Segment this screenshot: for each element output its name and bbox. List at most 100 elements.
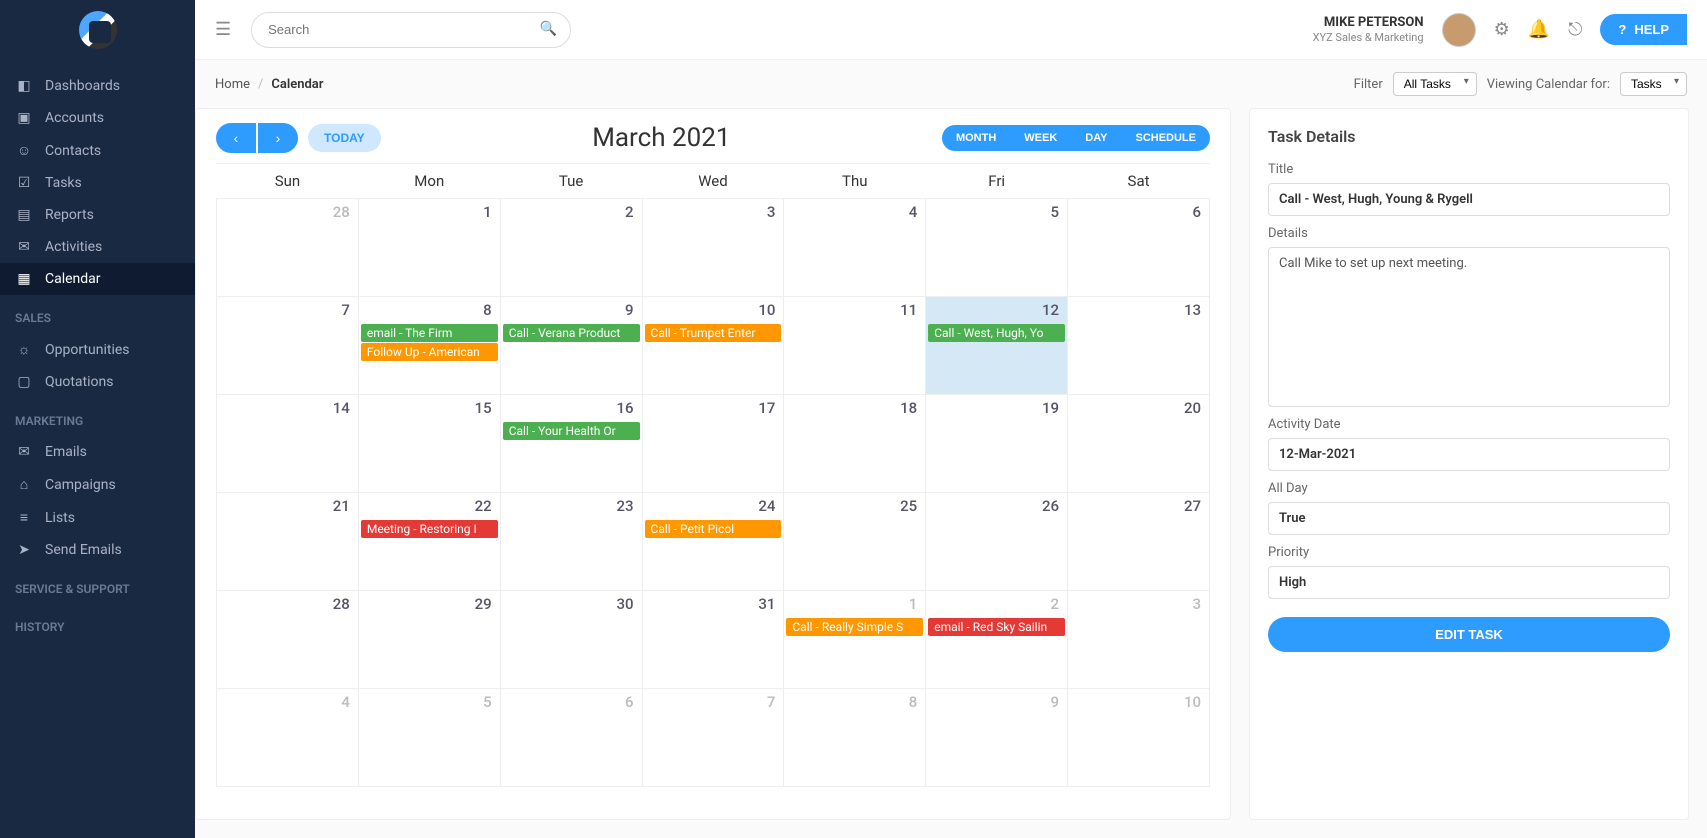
filter-select[interactable]: All Tasks	[1393, 72, 1477, 96]
prev-month-button[interactable]: ‹	[216, 123, 256, 153]
sidebar-item-activities[interactable]: ✉Activities	[0, 231, 195, 263]
calendar-day[interactable]: 9	[926, 689, 1068, 787]
calendar-day[interactable]: 13	[1068, 297, 1210, 395]
calendar-event[interactable]: Call - West, Hugh, Yo	[928, 324, 1065, 342]
calendar-day[interactable]: 12Call - West, Hugh, Yo	[926, 297, 1068, 395]
sidebar-item-send-emails[interactable]: ➤Send Emails	[0, 534, 195, 566]
calendar-day[interactable]: 5	[358, 689, 500, 787]
logo[interactable]	[0, 0, 195, 60]
dashboards-icon: ◧	[15, 78, 33, 94]
calendar-event[interactable]: Call - Trumpet Enter	[645, 324, 782, 342]
calendar-day[interactable]: 3	[1068, 591, 1210, 689]
calendar-day[interactable]: 3	[642, 199, 784, 297]
activities-icon: ✉	[15, 239, 33, 255]
sidebar-item-accounts[interactable]: ▣Accounts	[0, 102, 195, 134]
calendar-day[interactable]: 10Call - Trumpet Enter	[642, 297, 784, 395]
calendar-day[interactable]: 14	[217, 395, 359, 493]
sidebar-item-campaigns[interactable]: ⌂Campaigns	[0, 468, 195, 501]
notifications-icon[interactable]: 🔔	[1528, 19, 1550, 40]
calendar-event[interactable]: email - The Firm	[361, 324, 498, 342]
search-input[interactable]	[251, 12, 571, 48]
menu-toggle-icon[interactable]: ☰	[215, 19, 231, 40]
sidebar-item-dashboards[interactable]: ◧Dashboards	[0, 70, 195, 102]
view-schedule-button[interactable]: SCHEDULE	[1121, 125, 1210, 151]
calendar-day[interactable]: 8email - The FirmFollow Up - American	[358, 297, 500, 395]
view-week-button[interactable]: WEEK	[1010, 125, 1071, 151]
calendar-event[interactable]: Call - Really Simple S	[786, 618, 923, 636]
sidebar-item-opportunities[interactable]: ☼Opportunities	[0, 333, 195, 366]
help-button[interactable]: ?HELP	[1600, 14, 1687, 45]
calendar-day[interactable]: 31	[642, 591, 784, 689]
sidebar-item-label: Opportunities	[45, 342, 130, 358]
calendar-day[interactable]: 1Call - Really Simple S	[784, 591, 926, 689]
sidebar-item-reports[interactable]: ▤Reports	[0, 199, 195, 231]
calendar-day[interactable]: 15	[358, 395, 500, 493]
search-icon[interactable]: 🔍	[540, 21, 557, 37]
calendar-day[interactable]: 5	[926, 199, 1068, 297]
view-month-button[interactable]: MONTH	[942, 125, 1010, 151]
calendar-day[interactable]: 24Call - Petit Picol	[642, 493, 784, 591]
calendar-day[interactable]: 7	[217, 297, 359, 395]
sidebar-item-contacts[interactable]: ☺Contacts	[0, 134, 195, 167]
sidebar-item-quotations[interactable]: ▢Quotations	[0, 366, 195, 398]
user-subtitle: XYZ Sales & Marketing	[1313, 31, 1424, 44]
calendar-day[interactable]: 6	[1068, 199, 1210, 297]
avatar[interactable]	[1442, 13, 1476, 47]
logout-icon[interactable]: ⎋	[1568, 19, 1582, 40]
view-day-button[interactable]: DAY	[1071, 125, 1121, 151]
calendar-day[interactable]: 4	[217, 689, 359, 787]
calendar-event[interactable]: Meeting - Restoring I	[361, 520, 498, 538]
topbar: ☰ 🔍 MIKE PETERSON XYZ Sales & Marketing …	[195, 0, 1707, 60]
calendar-day[interactable]: 1	[358, 199, 500, 297]
calendar-event[interactable]: Call - Verana Product	[503, 324, 640, 342]
calendar-day[interactable]: 28	[217, 591, 359, 689]
quotations-icon: ▢	[15, 374, 33, 390]
viewing-select[interactable]: Tasks	[1620, 72, 1687, 96]
calendar-day[interactable]: 28	[217, 199, 359, 297]
sidebar-item-lists[interactable]: ≡Lists	[0, 501, 195, 534]
sidebar-item-label: Send Emails	[45, 542, 122, 558]
sidebar-item-label: Tasks	[45, 175, 82, 191]
edit-task-button[interactable]: EDIT TASK	[1268, 617, 1670, 652]
calendar-day[interactable]: 21	[217, 493, 359, 591]
calendar-day[interactable]: 17	[642, 395, 784, 493]
calendar-event[interactable]: Call - Your Health Or	[503, 422, 640, 440]
sidebar-item-label: Reports	[45, 207, 94, 223]
calendar-event[interactable]: Call - Petit Picol	[645, 520, 782, 538]
emails-icon: ✉	[15, 444, 33, 460]
breadcrumb-home[interactable]: Home	[215, 77, 250, 92]
calendar-day[interactable]: 9Call - Verana Product	[500, 297, 642, 395]
sidebar-item-tasks[interactable]: ☑ Tasks	[0, 167, 195, 199]
next-month-button[interactable]: ›	[258, 123, 298, 153]
allday-value: True	[1268, 502, 1670, 535]
calendar-day[interactable]: 2	[500, 199, 642, 297]
sidebar-item-emails[interactable]: ✉Emails	[0, 436, 195, 468]
sidebar-item-calendar[interactable]: ▦Calendar	[0, 263, 195, 295]
calendar-day[interactable]: 23	[500, 493, 642, 591]
calendar-day[interactable]: 4	[784, 199, 926, 297]
calendar-day[interactable]: 7	[642, 689, 784, 787]
calendar-day[interactable]: 10	[1068, 689, 1210, 787]
calendar-day[interactable]: 29	[358, 591, 500, 689]
calendar-day[interactable]: 11	[784, 297, 926, 395]
calendar-day[interactable]: 30	[500, 591, 642, 689]
tasks-icon: ☑	[15, 175, 33, 191]
calendar-day[interactable]: 18	[784, 395, 926, 493]
calendar-day[interactable]: 25	[784, 493, 926, 591]
calendar-day[interactable]: 16Call - Your Health Or	[500, 395, 642, 493]
calendar-day[interactable]: 27	[1068, 493, 1210, 591]
calendar-day[interactable]: 19	[926, 395, 1068, 493]
settings-icon[interactable]: ⚙	[1494, 19, 1510, 40]
calendar-day[interactable]: 8	[784, 689, 926, 787]
calendar-event[interactable]: Follow Up - American	[361, 343, 498, 361]
dow-header: Fri	[926, 164, 1068, 199]
calendar-day[interactable]: 22Meeting - Restoring I	[358, 493, 500, 591]
calendar-event[interactable]: email - Red Sky Sailin	[928, 618, 1065, 636]
calendar-day[interactable]: 6	[500, 689, 642, 787]
calendar-day[interactable]: 20	[1068, 395, 1210, 493]
day-number: 3	[1068, 591, 1209, 617]
today-button[interactable]: TODAY	[308, 124, 381, 152]
user-info[interactable]: MIKE PETERSON XYZ Sales & Marketing	[1313, 15, 1424, 44]
calendar-day[interactable]: 2email - Red Sky Sailin	[926, 591, 1068, 689]
calendar-day[interactable]: 26	[926, 493, 1068, 591]
